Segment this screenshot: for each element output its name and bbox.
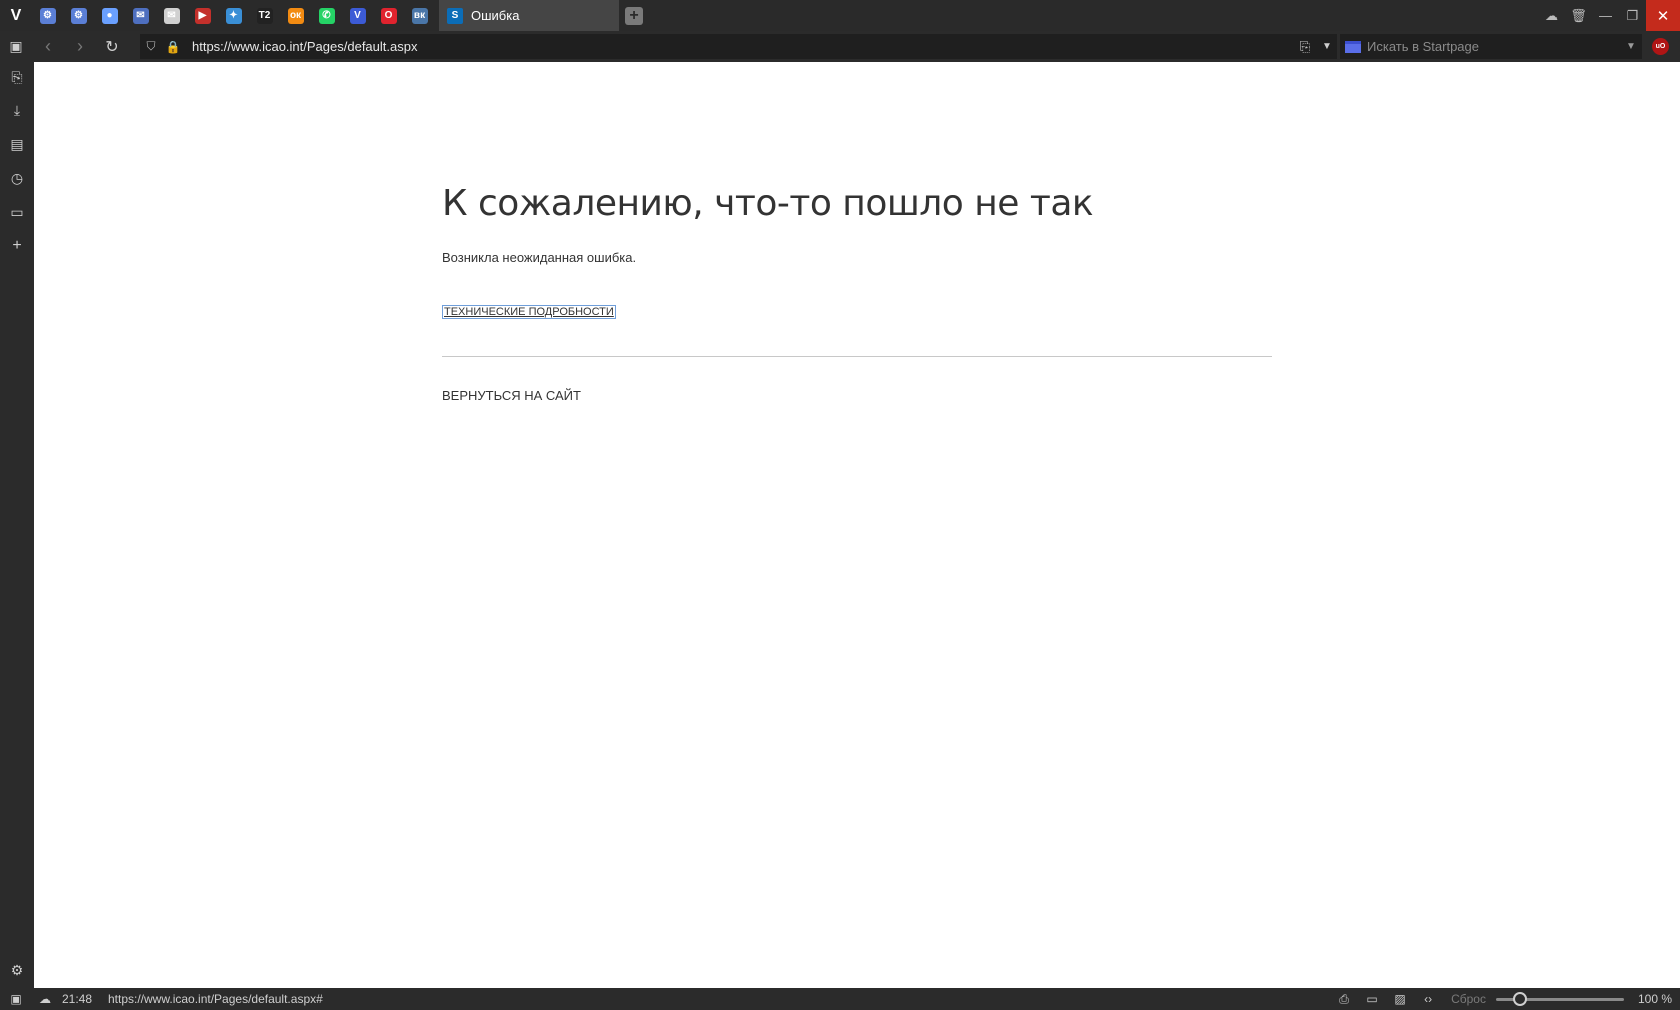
tiling-icon[interactable]: ▭ xyxy=(1363,992,1381,1006)
notes-panel-icon[interactable]: ▤ xyxy=(0,129,34,159)
page-content: К сожалению, что-то пошло не так Возникл… xyxy=(34,62,1680,988)
page-title: К сожалению, что-то пошло не так xyxy=(442,183,1094,224)
error-description: Возникла неожиданная ошибка. xyxy=(442,250,637,265)
pinned-tabs: ⚙ ⚙ ● ✉ ✉ ▶ ✦ T2 ок ✆ V Oвк xyxy=(32,0,435,31)
pinned-tab[interactable]: T2 xyxy=(249,0,280,31)
cloud-sync-icon[interactable]: ☁ xyxy=(32,992,58,1006)
vivaldi-menu-button[interactable]: V xyxy=(0,0,32,31)
pinned-tab[interactable]: O xyxy=(373,0,404,31)
tab-bar: V ⚙ ⚙ ● ✉ ✉ ▶ ✦ T2 ок ✆ V Oвк S Ошибка + ☁ 🗑 — ❐ ✕ xyxy=(0,0,1680,31)
forward-button[interactable]: › xyxy=(64,31,96,62)
hover-url: https://www.icao.int/Pages/default.aspx# xyxy=(108,992,323,1006)
status-bar: ▣ ☁ 21:48 https://www.icao.int/Pages/def… xyxy=(0,988,1680,1010)
tab-active[interactable]: S Ошибка xyxy=(439,0,619,31)
zoom-slider[interactable] xyxy=(1495,991,1624,1006)
pinned-tab[interactable]: ✦ xyxy=(218,0,249,31)
gmail-icon: ✉ xyxy=(163,7,180,24)
search-placeholder: Искать в Startpage xyxy=(1367,39,1479,54)
restore-button[interactable]: ❐ xyxy=(1619,0,1646,31)
vivaldi-icon: V xyxy=(349,7,366,24)
window-panel-icon[interactable]: ▭ xyxy=(0,197,34,227)
url-text[interactable]: https://www.icao.int/Pages/default.aspx xyxy=(192,39,1293,54)
lock-icon[interactable]: 🔒 xyxy=(162,40,184,54)
side-panel: ⎘ ⤓ ▤ ◷ ▭ + ⚙ xyxy=(0,62,34,988)
search-field[interactable]: Искать в Startpage ▼ xyxy=(1340,34,1642,59)
vk-icon: вк xyxy=(411,7,428,24)
trash-icon[interactable]: 🗑 xyxy=(1565,0,1592,31)
minimize-button[interactable]: — xyxy=(1592,0,1619,31)
tab-title: Ошибка xyxy=(471,8,520,23)
pinned-tab[interactable]: ✉ xyxy=(125,0,156,31)
camera-icon[interactable]: ⎙ xyxy=(1335,992,1353,1007)
odnoklassniki-icon: ок xyxy=(287,7,304,24)
shield-icon[interactable]: ⛉ xyxy=(140,39,162,54)
panel-toggle-button[interactable]: ▣ xyxy=(0,31,32,62)
clock[interactable]: 21:48 xyxy=(62,992,102,1006)
address-field[interactable]: ⛉ 🔒 https://www.icao.int/Pages/default.a… xyxy=(140,34,1337,59)
pinned-tab[interactable]: ✆ xyxy=(311,0,342,31)
whatsapp-icon: ✆ xyxy=(318,7,335,24)
tele2-icon: T2 xyxy=(256,7,273,24)
mail-icon: ✉ xyxy=(132,7,149,24)
settings-gear-icon[interactable]: ⚙ xyxy=(0,955,34,985)
reload-button[interactable]: ↻ xyxy=(96,31,128,62)
return-to-site-link[interactable]: ВЕРНУТЬСЯ НА САЙТ xyxy=(442,388,581,403)
pinned-tab[interactable]: ок xyxy=(280,0,311,31)
cloud-sync-icon[interactable]: ☁ xyxy=(1538,0,1565,31)
browser-window: V ⚙ ⚙ ● ✉ ✉ ▶ ✦ T2 ок ✆ V Oвк S Ошибка + ☁ 🗑 — ❐ ✕ … xyxy=(0,0,1680,1010)
zoom-level: 100 % xyxy=(1637,992,1672,1006)
downloads-panel-icon[interactable]: ⤓ xyxy=(0,95,34,125)
back-button[interactable]: ‹ xyxy=(32,31,64,62)
pinned-tab[interactable]: V xyxy=(342,0,373,31)
pinned-tab[interactable]: ▶ xyxy=(187,0,218,31)
pinned-tab[interactable]: ● xyxy=(94,0,125,31)
pinned-tab[interactable]: ✉ xyxy=(156,0,187,31)
bookmark-icon[interactable]: ⎘ xyxy=(1293,39,1317,55)
status-controls: ⎙ ▭ ▨ ‹› Сброс 100 % xyxy=(1335,988,1672,1010)
image-icon[interactable]: ▨ xyxy=(1391,992,1409,1006)
pinned-tab[interactable]: ⚙ xyxy=(32,0,63,31)
technical-details-link[interactable]: ТЕХНИЧЕСКИЕ ПОДРОБНОСТИ xyxy=(442,305,616,319)
chevron-down-icon[interactable]: ▼ xyxy=(1317,41,1337,52)
twitter-icon: ✦ xyxy=(225,7,242,24)
youtube-icon: ▶ xyxy=(194,7,211,24)
address-toolbar: ▣ ‹ › ↻ ⛉ 🔒 https://www.icao.int/Pages/d… xyxy=(0,31,1680,62)
ublock-origin-icon[interactable]: uO xyxy=(1652,38,1669,55)
chevron-down-icon[interactable]: ▼ xyxy=(1620,41,1642,52)
divider xyxy=(442,356,1272,357)
sharepoint-icon: S xyxy=(447,7,463,24)
window-controls: ☁ 🗑 — ❐ ✕ xyxy=(1538,0,1680,31)
drop-icon: ● xyxy=(101,7,118,24)
bookmarks-panel-icon[interactable]: ⎘ xyxy=(0,62,34,92)
settings-gear-icon: ⚙ xyxy=(39,7,56,24)
settings-gear-icon: ⚙ xyxy=(70,7,87,24)
pinned-tab[interactable]: ⚙ xyxy=(63,0,94,31)
opera-icon: O xyxy=(380,7,397,24)
add-web-panel-icon[interactable]: + xyxy=(0,231,34,261)
history-panel-icon[interactable]: ◷ xyxy=(0,163,34,193)
close-button[interactable]: ✕ xyxy=(1646,0,1680,31)
zoom-reset-button[interactable]: Сброс xyxy=(1451,992,1486,1006)
pinned-tab[interactable]: вк xyxy=(404,0,435,31)
zoom-slider-handle[interactable] xyxy=(1513,991,1528,1006)
new-tab-button[interactable]: + xyxy=(625,6,643,25)
panel-toggle-icon[interactable]: ▣ xyxy=(0,992,32,1006)
code-icon[interactable]: ‹› xyxy=(1419,992,1437,1006)
startpage-icon xyxy=(1345,40,1361,53)
